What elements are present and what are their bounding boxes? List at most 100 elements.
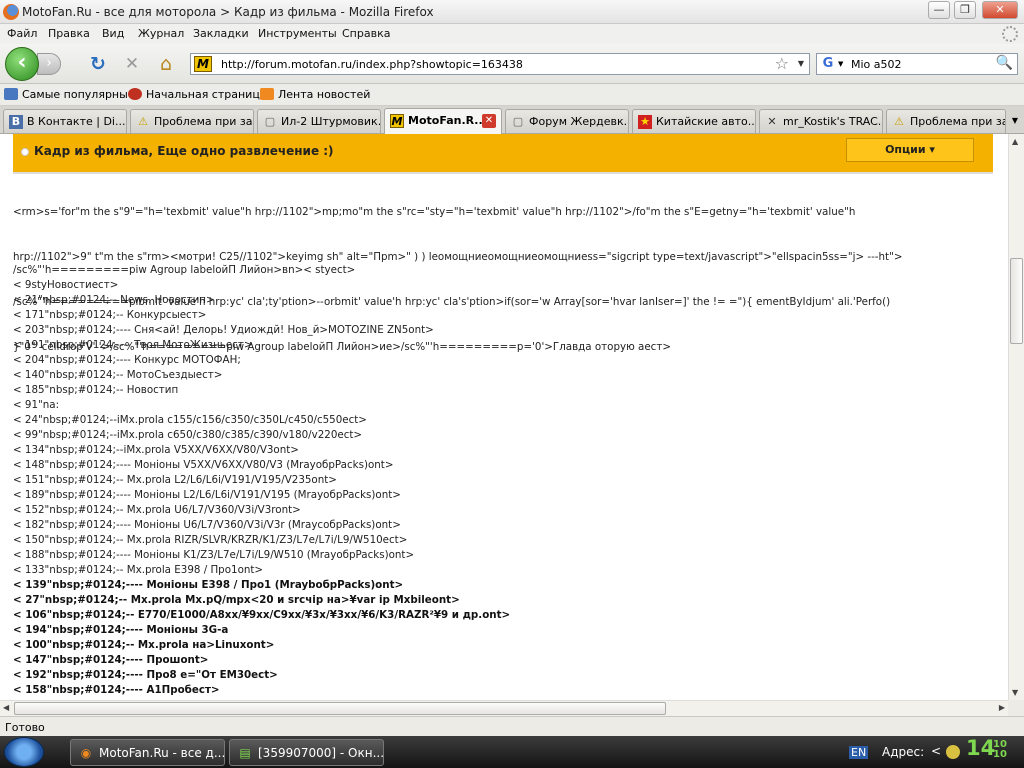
bookmark-label: Лента новостей <box>278 88 371 101</box>
scroll-right-icon[interactable]: ▶ <box>999 703 1005 712</box>
tab-zherdevka-forum[interactable]: ▢ Форум Жердевк... <box>505 109 629 133</box>
bookmark-star-icon[interactable]: ☆ <box>775 54 789 73</box>
bookmark-label: Начальная страница <box>146 88 267 101</box>
search-input[interactable]: Mio a502 <box>851 58 902 71</box>
source-line: < 151"nbsp;#0124;-- Mx.prola L2/L6/L6i/V… <box>13 474 337 486</box>
source-line: < 182"nbsp;#0124;---- Моніоны U6/L7/V360… <box>13 519 401 531</box>
search-icon[interactable]: 🔍 <box>996 55 1013 71</box>
tab-motofan[interactable]: M MotoFan.R... ✕ <box>384 108 502 134</box>
menu-file[interactable]: Файл <box>7 27 37 40</box>
source-line: < 134"nbsp;#0124;--iMx.prola V5XX/V6XX/V… <box>13 444 299 456</box>
horizontal-scroll-thumb[interactable] <box>14 702 666 715</box>
bookmarks-toolbar: Самые популярные Начальная страница Лент… <box>0 84 1024 106</box>
taskbar-label: MotoFan.Ru - все д... <box>99 746 225 760</box>
maximize-button[interactable]: ❐ <box>954 1 976 19</box>
options-button[interactable]: Опции ▾ <box>846 138 974 162</box>
site-favicon-icon: M <box>194 56 212 72</box>
menu-bar: Файл Правка Вид Журнал Закладки Инструме… <box>0 24 1024 44</box>
tab-chinese-auto[interactable]: ★ Китайские авто... <box>632 109 756 133</box>
source-line: < 185"nbsp;#0124;-- Новостип <box>13 384 179 396</box>
tab-problem-2[interactable]: ⚠ Проблема при за... <box>886 109 1006 133</box>
back-button[interactable]: ‹ <box>5 47 39 81</box>
horizontal-scrollbar[interactable]: ◀ ▶ <box>0 700 1008 716</box>
minimize-button[interactable]: — <box>928 1 950 19</box>
source-line: < 194"nbsp;#0124;---- Моніоны 3G-a <box>13 624 229 636</box>
taskbar-firefox[interactable]: ◉ MotoFan.Ru - все д... <box>70 739 225 766</box>
windows-taskbar: ◉ MotoFan.Ru - все д... ▤ [359907000] - … <box>0 736 1024 768</box>
menu-history[interactable]: Журнал <box>138 27 184 40</box>
source-line: < 171"nbsp;#0124;-- Конкурсыест> <box>13 309 207 321</box>
page-content: Кадр из фильма, Еще одно развлечение :) … <box>0 134 1008 700</box>
source-line: < 152"nbsp;#0124;-- Mx.prola U6/L7/V360/… <box>13 504 301 516</box>
navigation-toolbar: › ‹ ↻ ✕ ⌂ M http://forum.motofan.ru/inde… <box>0 44 1024 84</box>
home-icon[interactable]: ⌂ <box>155 53 177 75</box>
source-line: < 21"nbsp;#0124;-- News. Новостип> <box>13 294 215 306</box>
bookmark-label: Самые популярные <box>22 88 135 101</box>
engine-dropdown-icon[interactable]: ▼ <box>838 60 843 68</box>
source-line: < 100"nbsp;#0124;-- Mx.prola на>Linuxont… <box>13 639 275 651</box>
scroll-down-icon[interactable]: ▼ <box>1012 688 1018 697</box>
source-line: < 158"nbsp;#0124;---- A1Пробест> <box>13 684 220 696</box>
topic-bullet-icon <box>21 148 29 156</box>
close-window-button[interactable]: ✕ <box>982 1 1018 19</box>
tray-expand-icon[interactable]: < <box>931 744 941 758</box>
taskbar-window-2[interactable]: ▤ [359907000] - Окн... <box>229 739 384 766</box>
folder-icon <box>4 88 18 100</box>
source-line: < 150"nbsp;#0124;-- Mx.prola RIZR/SLVR/K… <box>13 534 408 546</box>
menu-bookmarks[interactable]: Закладки <box>193 27 249 40</box>
tab-label: Проблема при за... <box>154 115 254 128</box>
start-button[interactable] <box>4 737 44 767</box>
bookmark-news-feed[interactable]: Лента новостей <box>260 88 370 101</box>
tab-strip: В В Контакте | Di... ⚠ Проблема при за..… <box>0 106 1024 134</box>
menu-view[interactable]: Вид <box>102 27 124 40</box>
forward-button[interactable]: › <box>37 53 61 75</box>
loading-throbber-icon <box>1002 26 1018 42</box>
topic-header: Кадр из фильма, Еще одно развлечение :) … <box>13 134 993 174</box>
source-line: < 99"nbsp;#0124;--iMx.prola c650/c380/c3… <box>13 429 363 441</box>
scroll-corner <box>1008 700 1024 716</box>
source-line: /sc%"'h=========piw Agroup labelойП Лийо… <box>13 264 356 276</box>
source-line: < 148"nbsp;#0124;---- Моніоны V5XX/V6XX/… <box>13 459 394 471</box>
vertical-scroll-thumb[interactable] <box>1010 258 1023 344</box>
url-bar[interactable]: M http://forum.motofan.ru/index.php?show… <box>190 53 810 75</box>
tab-close-icon[interactable]: ✕ <box>482 114 496 128</box>
reload-icon[interactable]: ↻ <box>87 53 109 75</box>
vertical-scrollbar[interactable]: ▲ ▼ <box>1008 134 1024 700</box>
x-icon: ✕ <box>767 115 777 128</box>
tab-il2[interactable]: ▢ Ил-2 Штурмовик... <box>257 109 381 133</box>
window-titlebar: MotoFan.Ru - все для моторола > Кадр из … <box>0 0 1024 24</box>
list-all-tabs-icon[interactable]: ▼ <box>1008 111 1022 131</box>
firefox-logo-icon <box>3 4 19 20</box>
bookmark-most-popular[interactable]: Самые популярные <box>4 88 135 101</box>
topic-title: Кадр из фильма, Еще одно развлечение :) <box>34 144 334 158</box>
menu-tools[interactable]: Инструменты <box>258 27 337 40</box>
source-line: < 24"nbsp;#0124;--iMx.prola c155/c156/c3… <box>13 414 367 426</box>
search-bar[interactable]: G ▼ Mio a502 🔍 <box>816 53 1018 75</box>
tab-label: Ил-2 Штурмовик... <box>281 115 381 128</box>
source-line: < 188"nbsp;#0124;---- Моніоны K1/Z3/L7e/… <box>13 549 415 561</box>
tab-kostik-trac[interactable]: ✕ mr_Kostik's TRAC... <box>759 109 883 133</box>
bookmark-start-page[interactable]: Начальная страница <box>128 88 267 101</box>
google-engine-icon[interactable]: G <box>820 56 836 72</box>
tab-problem-1[interactable]: ⚠ Проблема при за... <box>130 109 254 133</box>
source-line: < 139"nbsp;#0124;---- Моніоны E398 / Про… <box>13 579 404 591</box>
clock-hours[interactable]: 14 <box>966 736 995 760</box>
taskbar-label: [359907000] - Окн... <box>258 746 384 760</box>
url-text[interactable]: http://forum.motofan.ru/index.php?showto… <box>221 58 523 71</box>
motofan-icon: M <box>390 114 404 128</box>
vk-icon: В <box>9 115 23 129</box>
tray-app-icon[interactable] <box>946 745 960 759</box>
source-line: < 204"nbsp;#0124;---- Конкурс МОТОФАН; <box>13 354 241 366</box>
garbled-forum-list: /sc%"'h=========piw Agroup labelойП Лийо… <box>13 263 510 698</box>
menu-help[interactable]: Справка <box>342 27 390 40</box>
clock-minutes[interactable]: 10 10 <box>993 740 1007 760</box>
scroll-up-icon[interactable]: ▲ <box>1012 137 1018 146</box>
language-indicator[interactable]: EN <box>849 746 869 759</box>
stop-icon[interactable]: ✕ <box>121 53 143 75</box>
tab-label: mr_Kostik's TRAC... <box>783 115 883 128</box>
menu-edit[interactable]: Правка <box>48 27 90 40</box>
url-history-dropdown-icon[interactable]: ▼ <box>798 59 804 68</box>
tab-vkontakte[interactable]: В В Контакте | Di... <box>3 109 127 133</box>
page-icon: ▢ <box>264 115 276 128</box>
scroll-left-icon[interactable]: ◀ <box>3 703 9 712</box>
